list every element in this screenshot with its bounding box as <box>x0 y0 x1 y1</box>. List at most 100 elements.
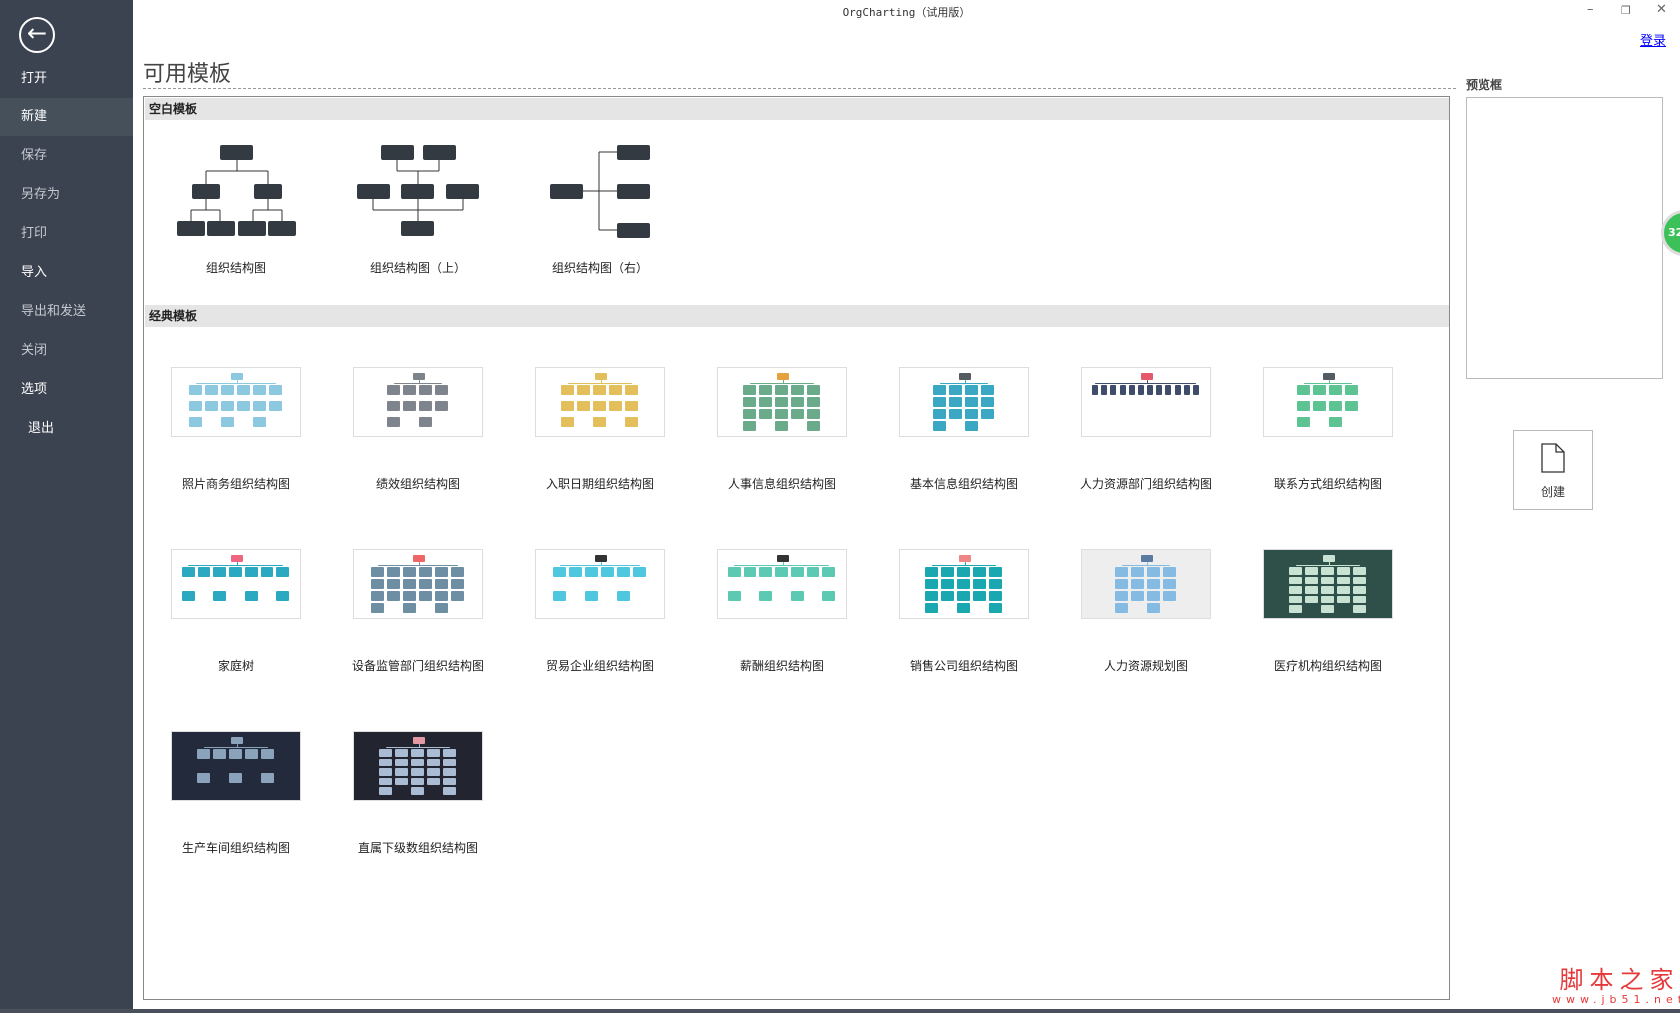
thumb-node <box>435 591 448 601</box>
create-button[interactable]: 创建 <box>1513 430 1593 510</box>
thumb-node <box>403 401 416 411</box>
thumb-node <box>553 567 566 577</box>
template-card[interactable]: 人事信息组织结构图 <box>692 367 872 492</box>
template-card[interactable]: 设备监管部门组织结构图 <box>328 549 508 674</box>
thumb-node <box>403 603 416 613</box>
thumb-node <box>411 777 424 786</box>
template-card[interactable]: 入职日期组织结构图 <box>510 367 690 492</box>
thumb-node <box>1353 567 1366 575</box>
sidebar: ← 打开 新建 保存 另存为 打印 导入 导出和发送 关闭 选项 退出 <box>0 0 133 1013</box>
template-card[interactable]: 直属下级数组织结构图 <box>328 731 508 856</box>
thumb-root-node <box>1141 555 1153 562</box>
thumb-node <box>435 567 448 577</box>
thumb-connector <box>1295 565 1360 566</box>
template-thumbnail <box>899 549 1029 619</box>
thumb-node <box>403 567 416 577</box>
login-link[interactable]: 登录 <box>1640 30 1666 49</box>
thumb-node <box>1163 591 1176 601</box>
thumb-node <box>1337 576 1350 585</box>
template-card[interactable]: 照片商务组织结构图 <box>146 367 326 492</box>
thumb-node <box>419 417 432 427</box>
template-label: 直属下级数组织结构图 <box>357 841 478 855</box>
thumb-root-node <box>959 373 971 380</box>
thumb-node <box>213 591 227 601</box>
thumb-node <box>822 567 835 577</box>
thumb-node <box>387 385 400 395</box>
thumb-node <box>1163 567 1176 577</box>
template-thumbnail <box>1081 549 1211 619</box>
template-card[interactable]: 联系方式组织结构图 <box>1238 367 1418 492</box>
sidebar-item-export-send[interactable]: 导出和发送 <box>0 293 133 331</box>
blank-template-org-chart-up[interactable]: 组织结构图（上） <box>333 141 503 276</box>
back-arrow-icon[interactable]: ← <box>19 17 55 53</box>
thumb-node <box>451 579 464 589</box>
sidebar-item-print[interactable]: 打印 <box>0 215 133 253</box>
sidebar-item-import[interactable]: 导入 <box>0 254 133 292</box>
thumb-node <box>941 579 954 589</box>
thumb-root-node <box>413 373 425 380</box>
thumb-connector <box>559 565 640 566</box>
sidebar-item-exit[interactable]: 退出 <box>0 410 133 448</box>
template-card[interactable]: 销售公司组织结构图 <box>874 549 1054 674</box>
thumb-node <box>577 401 590 411</box>
thumb-node <box>379 787 392 795</box>
template-card[interactable]: 人力资源规划图 <box>1056 549 1236 674</box>
template-card[interactable]: 人力资源部门组织结构图 <box>1056 367 1236 492</box>
thumb-root-node <box>231 555 243 562</box>
thumb-node <box>806 567 820 577</box>
thumb-node <box>253 417 266 427</box>
thumb-node <box>593 401 606 411</box>
thumb-node <box>775 409 788 419</box>
sidebar-item-close[interactable]: 关闭 <box>0 332 133 370</box>
template-card[interactable]: 贸易企业组织结构图 <box>510 549 690 674</box>
thumb-node <box>1329 385 1342 395</box>
thumb-node <box>925 591 938 601</box>
sidebar-item-save-as[interactable]: 另存为 <box>0 176 133 214</box>
thumb-connector <box>1328 380 1330 384</box>
sidebar-item-options[interactable]: 选项 <box>0 371 133 409</box>
thumb-connector <box>939 383 988 384</box>
thumb-node <box>221 401 234 411</box>
sidebar-item-open[interactable]: 打开 <box>0 60 133 98</box>
template-label: 基本信息组织结构图 <box>909 477 1018 491</box>
minimize-button[interactable]: – <box>1587 2 1594 17</box>
thumb-node <box>427 758 440 767</box>
blank-template-org-chart-right[interactable]: 组织结构图（右） <box>515 141 685 276</box>
template-thumbnail <box>1263 549 1393 619</box>
thumb-node <box>229 773 242 783</box>
classic-templates-header: 经典模板 <box>145 305 1449 327</box>
template-card[interactable]: 基本信息组织结构图 <box>874 367 1054 492</box>
thumb-node <box>189 417 202 427</box>
sidebar-item-new[interactable]: 新建 <box>0 98 133 136</box>
thumb-node <box>371 591 384 601</box>
thumb-node <box>593 417 606 427</box>
thumb-node <box>1131 579 1144 589</box>
thumb-connector <box>1095 383 1196 384</box>
close-button[interactable]: ✕ <box>1656 2 1667 17</box>
thumb-connector <box>1146 562 1148 566</box>
template-card[interactable]: 薪酬组织结构图 <box>692 549 872 674</box>
thumb-connector <box>964 562 966 566</box>
thumb-connector <box>236 744 238 748</box>
thumb-node <box>609 401 622 411</box>
thumb-node <box>244 567 258 577</box>
thumb-connector <box>567 383 632 384</box>
thumb-connector <box>377 565 458 566</box>
blank-template-org-chart[interactable]: 组织结构图 <box>151 141 321 276</box>
thumb-connector <box>418 380 420 384</box>
thumb-root-node <box>231 373 243 380</box>
thumb-node <box>371 603 384 613</box>
thumb-node <box>1289 567 1302 575</box>
template-card[interactable]: 生产车间组织结构图 <box>146 731 326 856</box>
thumb-node <box>790 591 804 601</box>
thumb-node <box>561 401 574 411</box>
thumb-node <box>965 385 978 395</box>
floating-counter-badge[interactable]: 32 <box>1661 210 1680 256</box>
template-card[interactable]: 医疗机构组织结构图 <box>1238 549 1418 674</box>
template-card[interactable]: 家庭树 <box>146 549 326 674</box>
sidebar-item-save[interactable]: 保存 <box>0 137 133 175</box>
template-card[interactable]: 绩效组织结构图 <box>328 367 508 492</box>
restore-button[interactable]: ❐ <box>1621 4 1631 17</box>
template-label: 人事信息组织结构图 <box>727 477 836 491</box>
template-thumbnail <box>1263 367 1393 437</box>
